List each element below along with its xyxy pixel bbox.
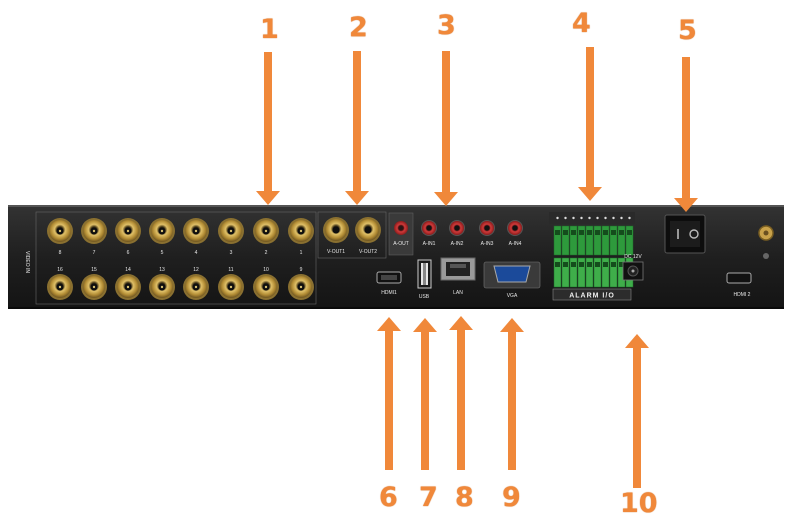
audio-in-jack — [507, 220, 523, 236]
alarm-io-label: ALARM I/O — [569, 293, 615, 300]
bnc-connector — [115, 274, 141, 300]
hdmi2-port — [726, 272, 752, 284]
bnc-connector — [149, 218, 175, 244]
bnc-connector — [253, 218, 279, 244]
audio-in-jack — [479, 220, 495, 236]
arrow-5 — [674, 57, 698, 212]
hdmi2-label: HDMI 2 — [734, 292, 751, 298]
bnc-channel-number: 11 — [228, 267, 233, 273]
callout-2: 2 — [349, 12, 368, 43]
dvr-rear-panel-photo: VIDEO IN 8 7 6 5 4 3 2 1 16 15 14 13 12 11 10 9 V-OUT1 … — [0, 0, 788, 519]
bnc-connector — [81, 274, 107, 300]
bnc-channel-number: 2 — [265, 250, 268, 256]
bnc-connector — [218, 274, 244, 300]
arrow-7 — [413, 318, 437, 470]
ain3-label: A-IN3 — [481, 241, 494, 247]
callout-5: 5 — [678, 15, 697, 46]
ain4-label: A-IN4 — [509, 241, 522, 247]
audio-in-jack — [449, 220, 465, 236]
callout-10: 10 — [620, 488, 658, 519]
callout-3: 3 — [437, 10, 456, 41]
hdmi1-label: HDMI1 — [381, 290, 397, 296]
arrow-8 — [449, 316, 473, 470]
audio-out-jack — [394, 221, 408, 235]
bnc-channel-number: 8 — [59, 250, 62, 256]
vout-bnc-connector — [323, 217, 349, 243]
bnc-channel-number: 1 — [300, 250, 303, 256]
bnc-channel-number: 12 — [193, 267, 199, 273]
bnc-channel-number: 15 — [91, 267, 97, 273]
bnc-channel-number: 14 — [125, 267, 131, 273]
bnc-channel-number: 7 — [93, 250, 96, 256]
callout-1: 1 — [260, 14, 279, 45]
bnc-channel-number: 5 — [161, 250, 164, 256]
callout-4: 4 — [572, 8, 591, 39]
bnc-channel-number: 13 — [159, 267, 165, 273]
bnc-connector — [253, 274, 279, 300]
bnc-connector — [115, 218, 141, 244]
bnc-connector — [81, 218, 107, 244]
vout-bnc-connector — [355, 217, 381, 243]
bnc-channel-number: 9 — [300, 267, 303, 273]
vga-label: VGA — [507, 293, 518, 299]
arrow-1 — [256, 52, 280, 205]
bnc-channel-number: 16 — [57, 267, 63, 273]
rear-panel-illustration: VIDEO IN 8 7 6 5 4 3 2 116 15 14 13 12 11 10 9 V-OUT1 … — [8, 47, 784, 488]
bnc-channel-number: 6 — [127, 250, 130, 256]
bnc-connector — [47, 218, 73, 244]
arrow-9 — [500, 318, 524, 470]
vout1-label: V-OUT1 — [327, 249, 345, 255]
arrow-3 — [434, 51, 458, 206]
ain2-label: A-IN2 — [451, 241, 464, 247]
arrow-6 — [377, 317, 401, 470]
video-in-label: VIDEO IN — [24, 251, 30, 273]
arrow-2 — [345, 51, 369, 205]
usb-label: USB — [419, 294, 430, 300]
callout-8: 8 — [455, 482, 474, 513]
arrow-4 — [578, 47, 602, 201]
callout-6: 6 — [379, 482, 398, 513]
callout-7: 7 — [419, 482, 438, 513]
bnc-connector — [149, 274, 175, 300]
bnc-connector — [218, 218, 244, 244]
callout-9: 9 — [502, 482, 521, 513]
bnc-connector — [288, 218, 314, 244]
arrow-10 — [625, 334, 649, 488]
ain1-label: A-IN1 — [423, 241, 436, 247]
vga-port — [493, 265, 531, 283]
bnc-connector — [47, 274, 73, 300]
dc-label: DC 12V — [624, 254, 642, 260]
bnc-channel-number: 3 — [230, 250, 233, 256]
bnc-connector — [183, 218, 209, 244]
audio-in-jack — [421, 220, 437, 236]
bnc-connector — [288, 274, 314, 300]
bnc-channel-number: 10 — [263, 267, 269, 273]
aout-label: A-OUT — [393, 241, 409, 247]
lan-label: LAN — [453, 290, 463, 296]
vout2-label: V-OUT2 — [359, 249, 377, 255]
bnc-connector — [183, 274, 209, 300]
bnc-channel-number: 4 — [195, 250, 198, 256]
